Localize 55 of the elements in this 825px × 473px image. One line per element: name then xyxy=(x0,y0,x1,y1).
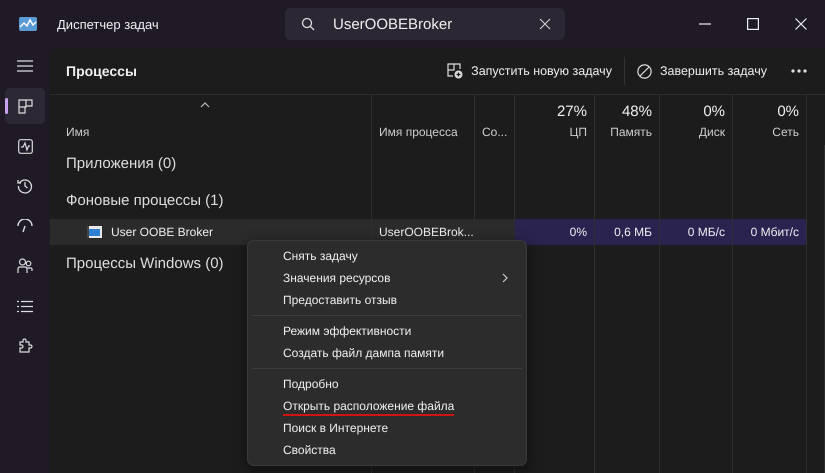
clear-icon[interactable] xyxy=(539,18,551,30)
menu-icon xyxy=(17,60,33,72)
minimize-icon[interactable] xyxy=(699,23,711,25)
usage-cell: 0 Мбит/с xyxy=(733,219,807,245)
menu-item[interactable]: Снять задачу xyxy=(252,245,522,267)
puzzle-icon xyxy=(17,338,33,354)
prohibited-icon xyxy=(636,64,652,78)
menu-item[interactable]: Открыть расположение файла xyxy=(252,395,522,417)
gauge-icon xyxy=(17,219,33,233)
menu-item[interactable]: Режим эффективности xyxy=(252,320,522,342)
people-icon xyxy=(17,258,33,274)
usage-cell: 0,6 МБ xyxy=(595,219,660,245)
app-chart-icon xyxy=(19,17,37,31)
more-icon[interactable] xyxy=(791,69,807,73)
search-input[interactable]: UserOOBEBroker xyxy=(331,14,523,34)
search-icon xyxy=(301,17,315,31)
process-name: User OOBE Broker xyxy=(111,225,214,239)
menu-item[interactable]: Создать файл дампа памяти xyxy=(252,342,522,364)
usage-percent: 27% xyxy=(556,103,587,120)
column-header[interactable]: Диск xyxy=(698,125,725,139)
menu-item[interactable]: Свойства xyxy=(252,439,522,461)
table-cell: UserOOBEBrok... xyxy=(379,225,474,239)
usage-percent: 0% xyxy=(703,103,725,120)
new-task-icon xyxy=(447,63,464,79)
usage-cell: 0 МБ/с xyxy=(660,219,733,245)
maximize-icon[interactable] xyxy=(747,18,759,30)
list-icon xyxy=(17,300,33,312)
window-title: Диспетчер задач xyxy=(57,16,160,32)
menu-item[interactable]: Предоставить отзыв xyxy=(252,289,522,311)
search-bar[interactable]: UserOOBEBroker xyxy=(285,8,565,40)
menu-item[interactable]: Поиск в Интернете xyxy=(252,417,522,439)
group-heading[interactable]: Приложения (0) xyxy=(66,155,176,172)
toolbar-button[interactable]: Завершить задачу xyxy=(632,58,771,84)
column-header[interactable]: ЦП xyxy=(569,125,587,139)
usage-percent: 0% xyxy=(777,103,799,120)
group-heading[interactable]: Процессы Windows (0) xyxy=(66,255,224,272)
menu-item[interactable]: Значения ресурсов xyxy=(252,267,522,289)
sidebar-button[interactable] xyxy=(5,88,45,124)
group-heading[interactable]: Фоновые процессы (1) xyxy=(66,192,224,209)
column-header[interactable]: Имя xyxy=(66,125,90,139)
column-header[interactable]: Память xyxy=(610,125,652,139)
usage-cell: 0% xyxy=(515,219,595,245)
column-header[interactable]: Со... xyxy=(482,125,508,139)
menu-item[interactable]: Подробно xyxy=(252,373,522,395)
close-icon[interactable] xyxy=(795,18,807,30)
pulse-icon xyxy=(18,138,32,154)
column-header[interactable]: Сеть xyxy=(772,125,799,139)
page-title: Процессы xyxy=(66,63,137,79)
column-header[interactable]: Имя процесса xyxy=(379,125,458,139)
usage-percent: 48% xyxy=(622,103,652,120)
clock-icon xyxy=(17,178,33,194)
toolbar-button[interactable]: Запустить новую задачу xyxy=(443,57,616,85)
process-row[interactable]: User OOBE Broker UserOOBEBrok... 0% 0,6 МБ 0 МБ/с 0 Мбит/с xyxy=(50,219,825,245)
grid-icon xyxy=(18,98,32,114)
window-icon xyxy=(87,226,102,238)
